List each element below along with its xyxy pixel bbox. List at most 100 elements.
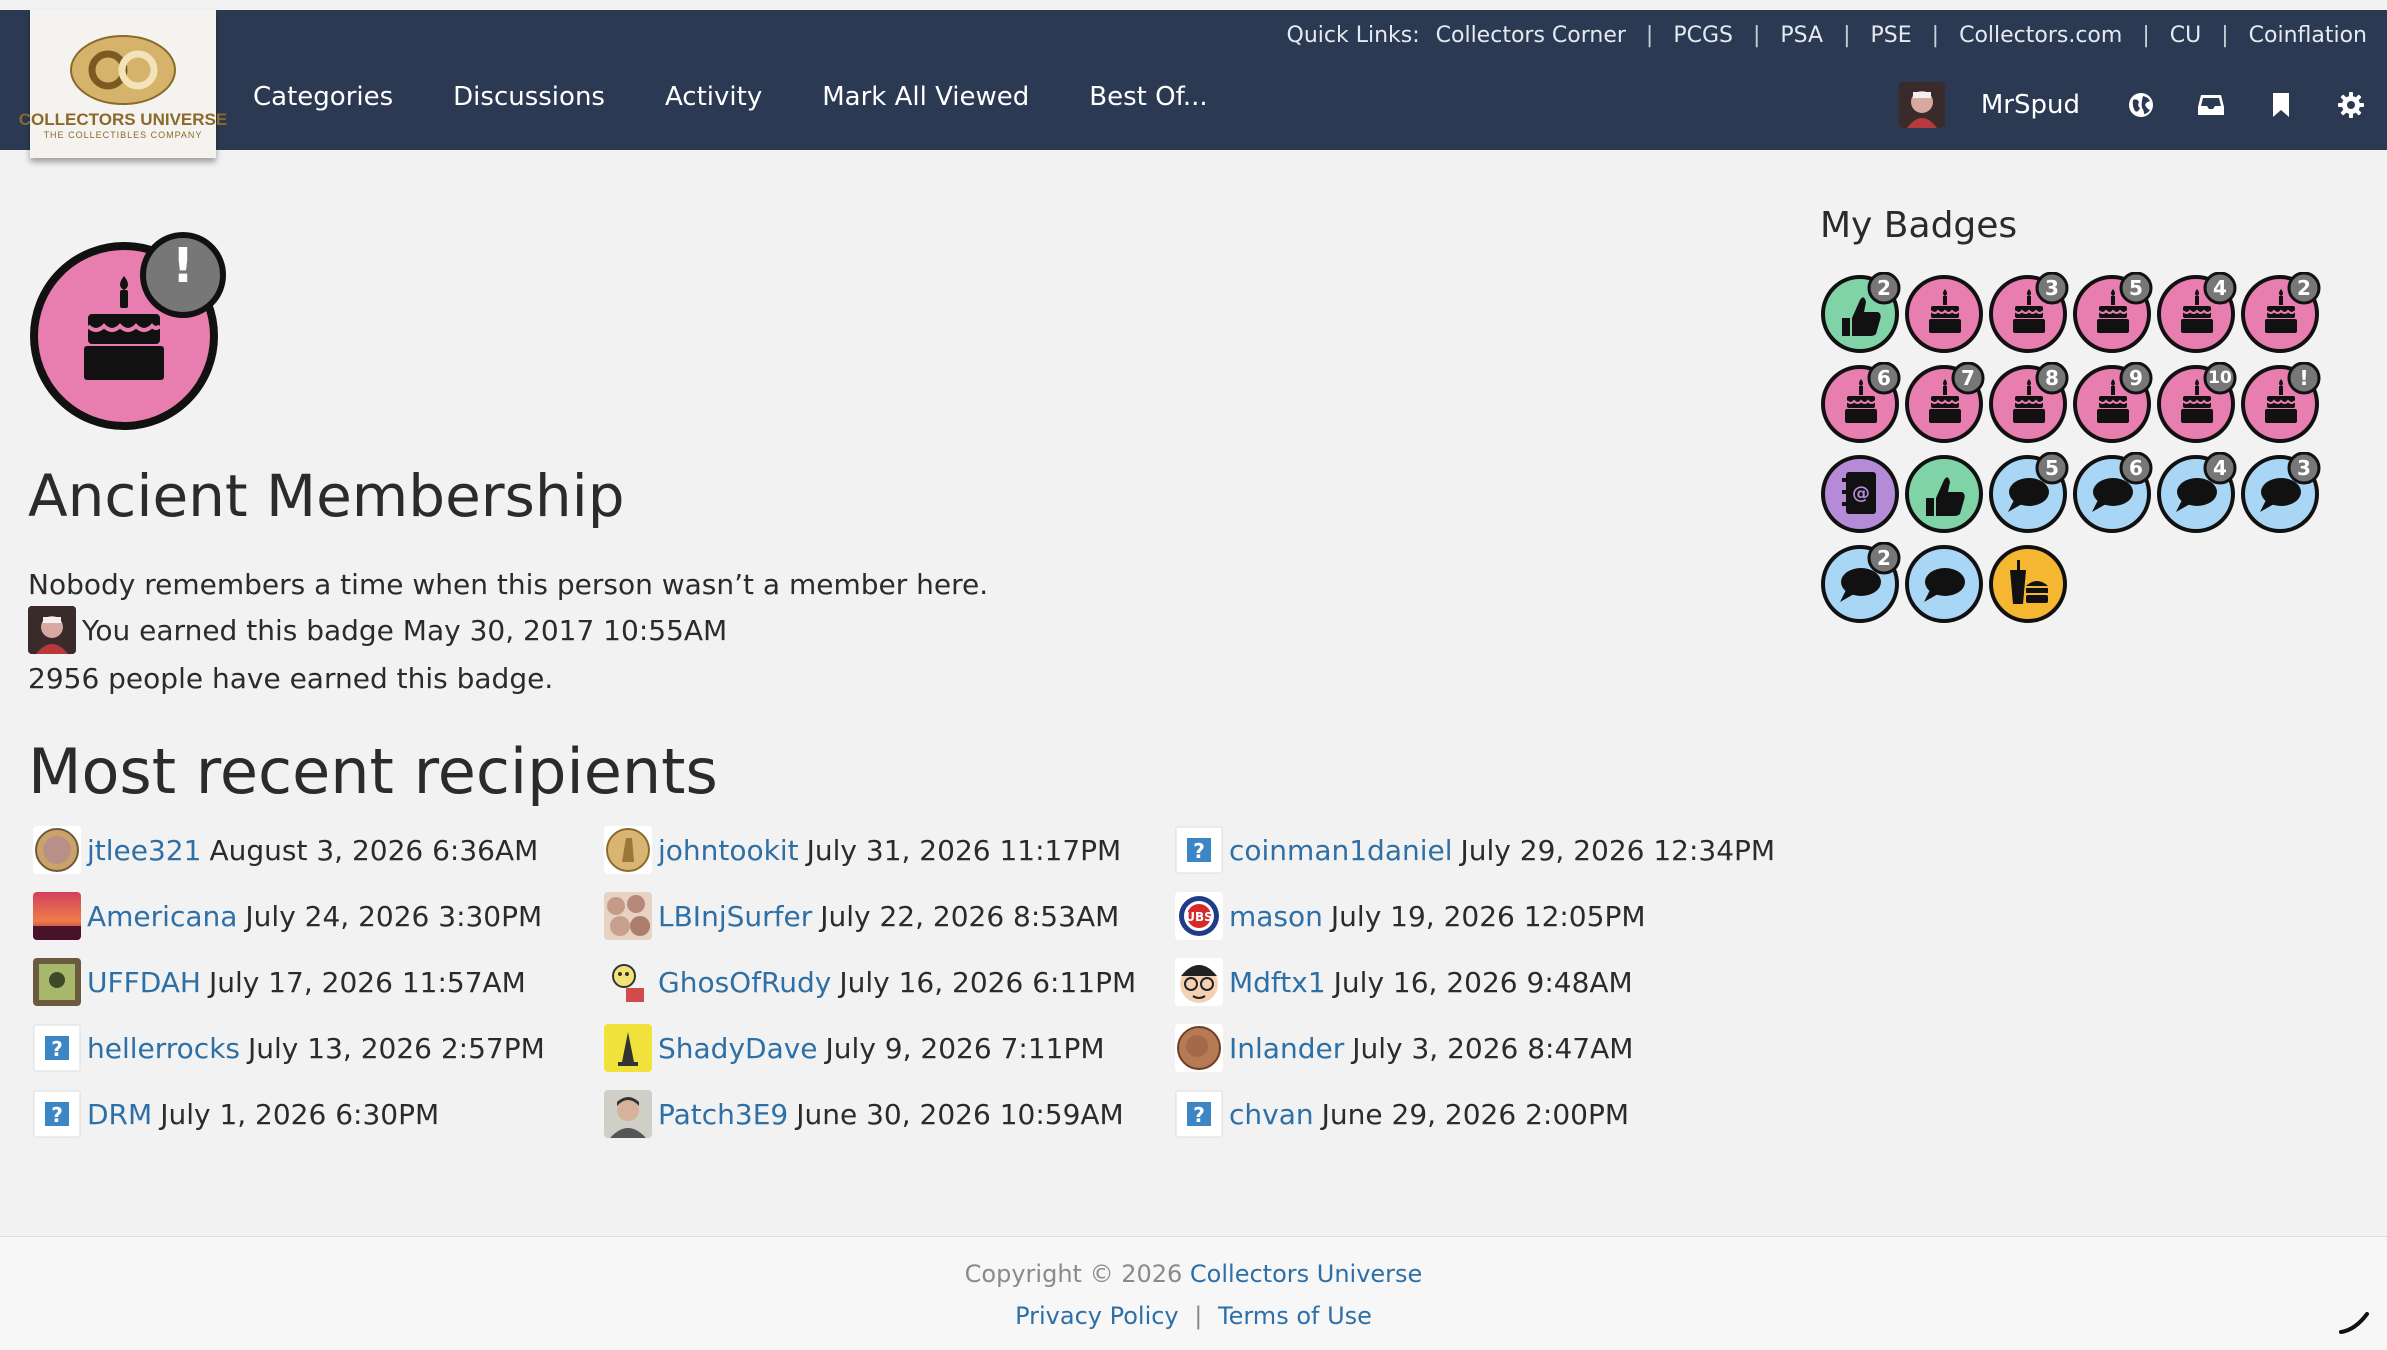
birthday-cake-badge[interactable]: 6	[1820, 361, 1904, 446]
badge-count: 8	[2045, 366, 2059, 390]
user-avatar[interactable]	[1898, 82, 1945, 128]
birthday-cake-badge[interactable]: 2	[2240, 271, 2324, 356]
recipient-avatar[interactable]	[33, 826, 81, 874]
recipient-name-link[interactable]: Patch3E9	[658, 1098, 788, 1131]
nav-categories[interactable]: Categories	[253, 82, 393, 112]
thumbs-up-badge[interactable]	[1904, 452, 1988, 536]
badge-title: Ancient Membership	[28, 462, 625, 530]
quick-link-separator: |	[1843, 22, 1851, 48]
recipient-name-link[interactable]: johntookit	[658, 834, 799, 867]
quick-link-pcgs[interactable]: PCGS	[1673, 23, 1733, 48]
thumbs-up-badge[interactable]: 2	[1820, 271, 1904, 356]
recipient-name-link[interactable]: LBInjSurfer	[658, 900, 812, 933]
recipient-name-link[interactable]: UFFDAH	[87, 966, 201, 999]
quick-link-cu[interactable]: CU	[2170, 23, 2201, 48]
recipient-name-link[interactable]: ShadyDave	[658, 1032, 818, 1065]
globe-icon[interactable]	[2126, 90, 2156, 120]
copyright-text: Copyright © 2026	[964, 1260, 1183, 1288]
svg-text:@: @	[1852, 483, 1870, 504]
recipient-name-link[interactable]: Inlander	[1229, 1032, 1344, 1065]
recipient-avatar[interactable]	[33, 958, 81, 1006]
recipient-item: ShadyDave July 9, 2026 7:11PM	[604, 1024, 1175, 1072]
burger-drink-badge[interactable]	[1988, 542, 2072, 626]
recipient-name-link[interactable]: chvan	[1229, 1098, 1314, 1131]
bookmark-icon[interactable]	[2266, 90, 2296, 120]
recipient-item: Americana July 24, 2026 3:30PM	[33, 892, 604, 940]
site-logo[interactable]: COLLECTORS UNIVERSE THE COLLECTIBLES COM…	[19, 10, 227, 158]
recipient-name-link[interactable]: hellerrocks	[87, 1032, 240, 1065]
comment-badge[interactable]: 5	[1988, 451, 2072, 536]
badge-count: 4	[2213, 456, 2227, 480]
badge-count: 5	[2045, 456, 2059, 480]
earned-info: You earned this badge May 30, 2017 10:55…	[28, 606, 727, 654]
recipient-date: July 24, 2026 3:30PM	[245, 899, 543, 933]
birthday-cake-badge[interactable]: 5	[2072, 271, 2156, 356]
quick-link-separator: |	[2142, 22, 2150, 48]
recipient-date: June 30, 2026 10:59AM	[796, 1097, 1124, 1131]
birthday-cake-icon	[1905, 275, 1983, 353]
comment-badge[interactable]: 4	[2156, 451, 2240, 536]
comment-badge[interactable]: 2	[1820, 541, 1904, 626]
earned-avatar[interactable]	[28, 606, 76, 654]
recipient-avatar[interactable]	[33, 892, 81, 940]
recipient-avatar[interactable]	[1175, 958, 1223, 1006]
recipient-avatar[interactable]: ?	[33, 1090, 81, 1138]
terms-of-use-link[interactable]: Terms of Use	[1218, 1302, 1372, 1330]
copyright-link[interactable]: Collectors Universe	[1190, 1260, 1422, 1288]
recipient-avatar[interactable]	[604, 892, 652, 940]
quick-link-pse[interactable]: PSE	[1871, 23, 1912, 48]
recipient-avatar[interactable]: ?	[33, 1024, 81, 1072]
earned-count: 2956 people have earned this badge.	[28, 662, 554, 695]
comment-badge[interactable]: 3	[2240, 451, 2324, 536]
recipient-avatar[interactable]	[604, 826, 652, 874]
recipient-name-link[interactable]: Americana	[87, 900, 237, 933]
birthday-cake-badge[interactable]: 7	[1904, 361, 1988, 446]
address-book-badge[interactable]: @	[1820, 452, 1904, 536]
recipient-avatar[interactable]	[604, 1024, 652, 1072]
birthday-cake-badge[interactable]: !	[2240, 361, 2324, 446]
recipient-date: July 16, 2026 6:11PM	[839, 965, 1137, 999]
main-nav: Categories Discussions Activity Mark All…	[253, 82, 1208, 112]
recipient-avatar[interactable]: ?	[1175, 1090, 1223, 1138]
birthday-cake-badge[interactable]	[1904, 272, 1988, 356]
quick-link-separator: |	[1645, 22, 1654, 48]
recipient-avatar[interactable]	[1175, 1024, 1223, 1072]
recipient-name-link[interactable]: jtlee321	[87, 834, 201, 867]
earned-text: You earned this badge May 30, 2017 10:55…	[82, 613, 728, 647]
recipient-name-link[interactable]: GhosOfRudy	[658, 966, 831, 999]
quick-link-collectors-com[interactable]: Collectors.com	[1959, 23, 2122, 48]
recipient-name-link[interactable]: mason	[1229, 900, 1323, 933]
username[interactable]: MrSpud	[1981, 90, 2080, 120]
svg-text:?: ?	[51, 1037, 63, 1061]
thumbs-up-icon	[1905, 455, 1983, 533]
recipient-name-link[interactable]: Mdftx1	[1229, 966, 1326, 999]
recipient-avatar[interactable]	[604, 958, 652, 1006]
recipient-item: Patch3E9 June 30, 2026 10:59AM	[604, 1090, 1175, 1138]
birthday-cake-badge[interactable]: 3	[1988, 271, 2072, 356]
recipient-avatar[interactable]: ?	[1175, 826, 1223, 874]
recipient-name-link[interactable]: DRM	[87, 1098, 152, 1131]
birthday-cake-badge[interactable]: 8	[1988, 361, 2072, 446]
quick-link-psa[interactable]: PSA	[1780, 23, 1823, 48]
gear-icon[interactable]	[2336, 90, 2366, 120]
recipient-item: GhosOfRudy July 16, 2026 6:11PM	[604, 958, 1175, 1006]
quick-link-collectors-corner[interactable]: Collectors Corner	[1436, 23, 1626, 48]
nav-best-of[interactable]: Best Of...	[1089, 82, 1207, 112]
comment-badge[interactable]: 6	[2072, 451, 2156, 536]
inbox-icon[interactable]	[2196, 90, 2226, 120]
site-header: COLLECTORS UNIVERSE THE COLLECTIBLES COM…	[0, 10, 2387, 158]
nav-discussions[interactable]: Discussions	[453, 82, 605, 112]
recipient-avatar[interactable]	[604, 1090, 652, 1138]
privacy-policy-link[interactable]: Privacy Policy	[1015, 1302, 1179, 1330]
nav-mark-all-viewed[interactable]: Mark All Viewed	[822, 82, 1029, 112]
birthday-cake-badge[interactable]: 9	[2072, 361, 2156, 446]
nav-activity[interactable]: Activity	[665, 82, 762, 112]
comment-badge[interactable]	[1904, 542, 1988, 626]
recipient-date: July 29, 2026 12:34PM	[1460, 833, 1776, 867]
recipient-name-link[interactable]: coinman1daniel	[1229, 834, 1453, 867]
birthday-cake-badge[interactable]: 10	[2156, 361, 2240, 446]
recipient-avatar[interactable]: UBS	[1175, 892, 1223, 940]
birthday-cake-badge[interactable]: 4	[2156, 271, 2240, 356]
quick-link-coinflation[interactable]: Coinflation	[2249, 23, 2367, 48]
user-area: MrSpud	[1898, 80, 2387, 130]
